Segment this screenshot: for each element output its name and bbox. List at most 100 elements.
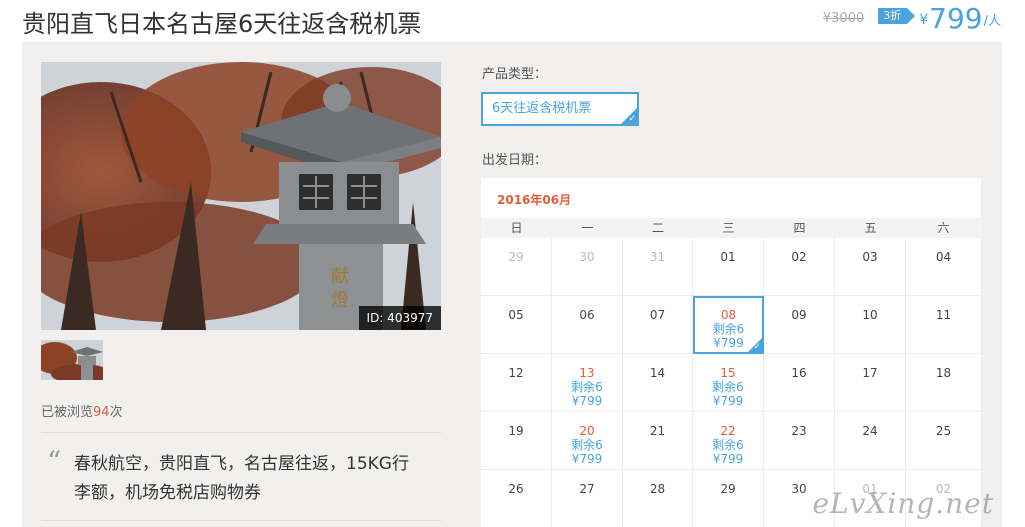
discount-badge: 3折 xyxy=(878,8,916,24)
day-number: 26 xyxy=(508,482,524,496)
svg-text:燈: 燈 xyxy=(331,290,349,311)
weekday-label: 二 xyxy=(651,221,664,235)
day-number: 27 xyxy=(579,482,595,496)
day-number: 06 xyxy=(579,308,595,322)
day-number: 04 xyxy=(935,250,952,264)
seats-remaining: 剩余6 xyxy=(571,380,603,394)
stone-lantern-photo: 献 燈 xyxy=(41,62,441,330)
day-number: 20 xyxy=(579,424,595,438)
price-box: ¥3000 3折 ¥ 799 /人 xyxy=(823,4,1001,34)
calendar-day[interactable]: 20 剩余6 ¥799 xyxy=(552,412,623,470)
day-number: 15 xyxy=(720,366,736,380)
calendar-day: 11 xyxy=(906,296,981,354)
calendar-day: 18 xyxy=(906,354,981,412)
day-number: 17 xyxy=(862,366,878,380)
thumbnail-photo[interactable] xyxy=(41,340,103,380)
calendar-day: 14 xyxy=(623,354,693,412)
day-price: ¥799 xyxy=(712,394,744,408)
day-number: 14 xyxy=(649,366,666,380)
day-number: 16 xyxy=(791,366,807,380)
departure-calendar: 2016年06月 日 一 二 三 四 五 六 29 30 31 01 02 03 04 05 06 07 08 剩… xyxy=(481,178,981,527)
product-title: 贵阳直飞日本名古屋6天往返含税机票 xyxy=(22,10,422,38)
quote-mark: “ xyxy=(47,445,62,478)
view-count-number: 94 xyxy=(93,405,110,420)
original-price: ¥3000 xyxy=(822,11,865,26)
seats-remaining: 剩余6 xyxy=(712,438,744,452)
calendar-day: 03 xyxy=(835,238,906,296)
calendar-day: 29 xyxy=(693,470,764,527)
calendar-day: 30 xyxy=(552,238,623,296)
calendar-day: 17 xyxy=(835,354,906,412)
calendar-day: 26 xyxy=(481,470,552,527)
day-number: 23 xyxy=(791,424,807,438)
svg-text:献: 献 xyxy=(331,266,349,287)
day-number: 19 xyxy=(508,424,524,438)
day-number: 01 xyxy=(720,250,736,264)
day-price: ¥799 xyxy=(571,394,603,408)
calendar-weekday-header: 日一二三四五六 xyxy=(481,218,981,238)
departure-date-label: 出发日期： xyxy=(482,153,548,168)
weekday-label: 一 xyxy=(581,221,594,235)
calendar-month: 2016年06月 xyxy=(497,193,572,207)
calendar-day: 31 xyxy=(623,238,693,296)
calendar-day: 01 xyxy=(693,238,764,296)
calendar-day: 23 xyxy=(764,412,835,470)
view-count-suffix: 次 xyxy=(109,405,123,420)
calendar-week-row: 19 20 剩余6 ¥799 21 22 剩余6 ¥799 23 24 25 xyxy=(481,412,981,470)
calendar-day-selected[interactable]: 08 剩余6 ¥799 ✓ xyxy=(693,296,764,354)
image-id-badge: ID: 403977 xyxy=(358,306,441,330)
day-number: 03 xyxy=(862,250,878,264)
divider xyxy=(41,520,441,521)
calendar-day[interactable]: 15 剩余6 ¥799 xyxy=(693,354,764,412)
day-number: 29 xyxy=(508,250,524,264)
calendar-day: 24 xyxy=(835,412,906,470)
product-description: 春秋航空，贵阳直飞，名古屋往返，15KG行李额，机场免税店购物券 xyxy=(74,454,409,503)
calendar-day: 05 xyxy=(481,296,552,354)
day-number: 22 xyxy=(720,424,736,438)
calendar-day: 27 xyxy=(552,470,623,527)
calendar-week-row: 12 13 剩余6 ¥799 14 15 剩余6 ¥799 16 17 18 xyxy=(481,354,981,412)
calendar-day: 10 xyxy=(835,296,906,354)
currency-symbol: ¥ xyxy=(919,12,929,28)
site-watermark: eLvXing.net xyxy=(812,487,994,520)
seats-remaining: 剩余6 xyxy=(712,380,744,394)
day-number: 13 xyxy=(579,366,595,380)
calendar-day[interactable]: 22 剩余6 ¥799 xyxy=(693,412,764,470)
day-number: 10 xyxy=(862,308,878,322)
calendar-week-row: 29 30 31 01 02 03 04 xyxy=(481,238,981,296)
day-number: 24 xyxy=(862,424,878,438)
view-count-prefix: 已被浏览 xyxy=(41,405,94,420)
thumbnail-image xyxy=(41,340,103,380)
calendar-day: 06 xyxy=(552,296,623,354)
day-number: 30 xyxy=(579,250,595,264)
calendar-day: 29 xyxy=(481,238,552,296)
calendar-day: 02 xyxy=(764,238,835,296)
day-number: 07 xyxy=(649,308,666,322)
day-price: ¥799 xyxy=(571,452,603,466)
weekday-label: 五 xyxy=(864,221,877,235)
calendar-grid: 29 30 31 01 02 03 04 05 06 07 08 剩余6 ¥799 ✓ 09 10 11 12 13… xyxy=(481,238,981,527)
divider xyxy=(41,432,441,433)
day-number: 25 xyxy=(935,424,952,438)
main-photo: 献 燈 ID: 403977 xyxy=(41,62,441,330)
calendar-day: 16 xyxy=(764,354,835,412)
weekday-label: 六 xyxy=(937,221,950,235)
calendar-day: 19 xyxy=(481,412,552,470)
check-icon: ✓ xyxy=(628,114,636,124)
seats-remaining: 剩余6 xyxy=(571,438,603,452)
day-number: 29 xyxy=(720,482,736,496)
product-type-text: 6天往返含税机票 xyxy=(492,101,592,116)
day-number: 28 xyxy=(649,482,666,496)
day-number: 12 xyxy=(508,366,524,380)
weekday-label: 四 xyxy=(793,221,806,235)
day-number: 18 xyxy=(935,366,952,380)
weekday-label: 三 xyxy=(722,221,735,235)
day-number: 21 xyxy=(649,424,666,438)
product-type-option[interactable]: 6天往返含税机票 ✓ xyxy=(481,92,639,126)
calendar-week-row: 05 06 07 08 剩余6 ¥799 ✓ 09 10 11 xyxy=(481,296,981,354)
calendar-day[interactable]: 13 剩余6 ¥799 xyxy=(552,354,623,412)
weekday-label: 日 xyxy=(510,221,523,235)
calendar-day: 21 xyxy=(623,412,693,470)
calendar-day: 04 xyxy=(906,238,981,296)
check-icon: ✓ xyxy=(753,342,761,352)
